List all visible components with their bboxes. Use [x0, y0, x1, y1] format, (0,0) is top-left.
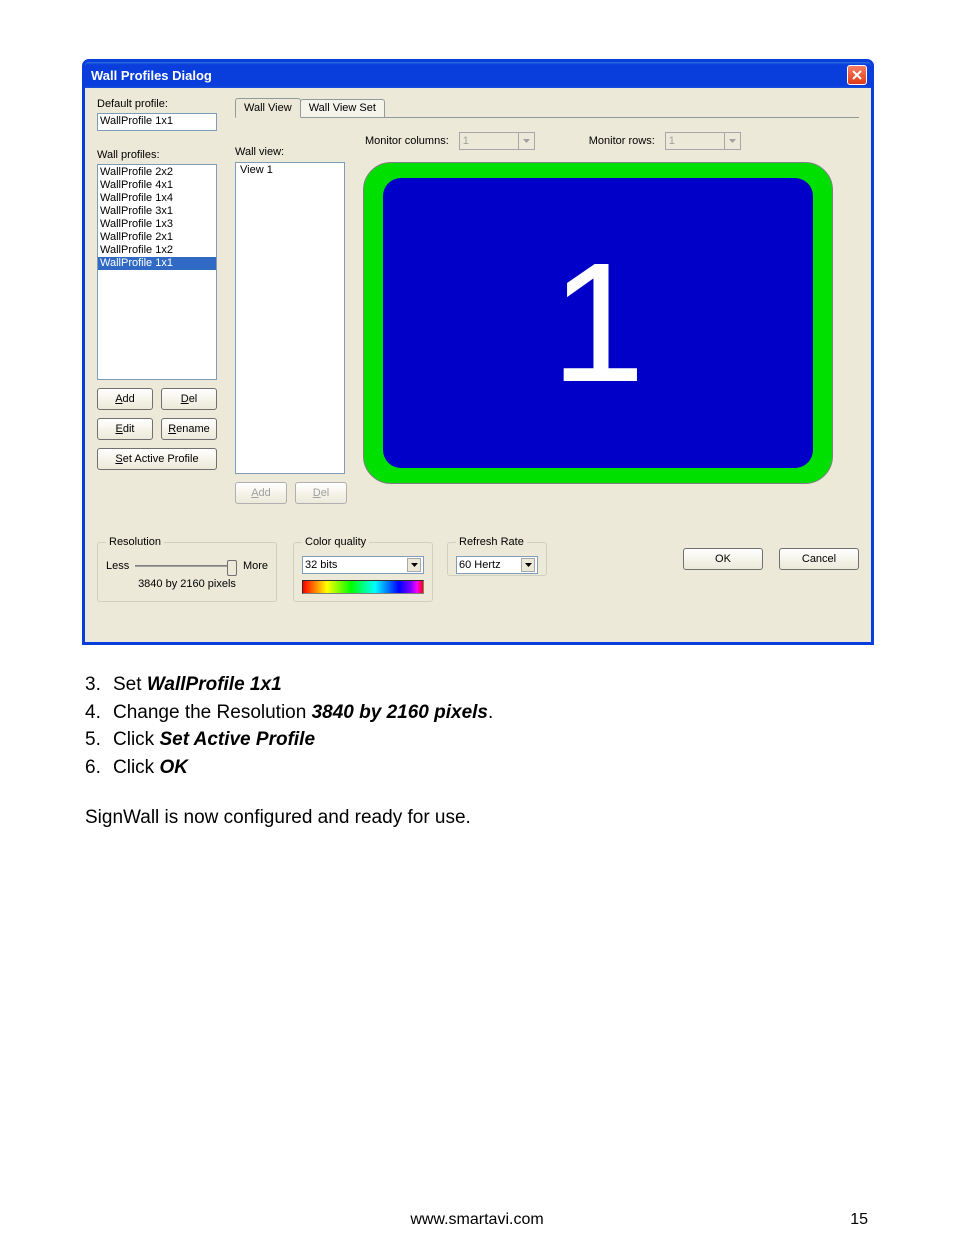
- slider-more-label: More: [243, 560, 268, 572]
- instructions-text: 3.Set WallProfile 1x1 4.Change the Resol…: [85, 672, 885, 830]
- tab-wall-view[interactable]: Wall View: [235, 98, 301, 118]
- monitor-columns-label: Monitor columns:: [365, 135, 449, 147]
- set-active-profile-button[interactable]: Set Active Profile: [97, 448, 217, 470]
- rename-button[interactable]: Rename: [161, 418, 217, 440]
- refresh-rate-select[interactable]: 60 Hertz: [456, 556, 538, 574]
- wall-profiles-dialog: Wall Profiles Dialog Default profile: Wa…: [82, 59, 874, 645]
- monitor-rows-field: [665, 132, 741, 150]
- ok-button[interactable]: OK: [683, 548, 763, 570]
- titlebar: Wall Profiles Dialog: [85, 62, 871, 88]
- monitor-columns-field: [459, 132, 535, 150]
- view-add-button: Add: [235, 482, 287, 504]
- list-item[interactable]: WallProfile 3x1: [98, 205, 216, 218]
- resolution-group: Resolution Less More 3840 by 2160 pixels: [97, 536, 277, 602]
- refresh-rate-value: 60 Hertz: [459, 559, 501, 571]
- list-item[interactable]: WallProfile 2x2: [98, 166, 216, 179]
- monitor-preview-screen: 1: [383, 178, 813, 468]
- resolution-slider[interactable]: [135, 565, 237, 567]
- monitor-columns-input: [459, 132, 519, 150]
- edit-button[interactable]: Edit: [97, 418, 153, 440]
- color-spectrum-bar: [302, 580, 424, 594]
- list-item[interactable]: WallProfile 2x1: [98, 231, 216, 244]
- monitor-rows-label: Monitor rows:: [589, 135, 655, 147]
- footer-url: www.smartavi.com: [410, 1211, 543, 1229]
- tabs: Wall View Wall View Set: [235, 98, 859, 118]
- cancel-button[interactable]: Cancel: [779, 548, 859, 570]
- wall-profiles-list[interactable]: WallProfile 2x2 WallProfile 4x1 WallProf…: [97, 164, 217, 380]
- wall-view-label: Wall view:: [235, 146, 284, 158]
- step-5: 5.Click Set Active Profile: [85, 727, 885, 753]
- resolution-legend: Resolution: [106, 536, 164, 548]
- slider-less-label: Less: [106, 560, 129, 572]
- step-4: 4.Change the Resolution 3840 by 2160 pix…: [85, 700, 885, 726]
- resolution-value: 3840 by 2160 pixels: [106, 578, 268, 590]
- step-6: 6.Click OK: [85, 755, 885, 781]
- close-icon[interactable]: [847, 65, 867, 85]
- wall-view-list[interactable]: View 1: [235, 162, 345, 474]
- chevron-down-icon: [725, 132, 741, 150]
- list-item[interactable]: WallProfile 1x3: [98, 218, 216, 231]
- list-item[interactable]: WallProfile 4x1: [98, 179, 216, 192]
- list-item[interactable]: WallProfile 1x2: [98, 244, 216, 257]
- step-3: 3.Set WallProfile 1x1: [85, 672, 885, 698]
- default-profile-field[interactable]: WallProfile 1x1: [97, 113, 217, 131]
- monitor-number: 1: [551, 238, 646, 408]
- chevron-down-icon[interactable]: [521, 558, 535, 572]
- list-item[interactable]: WallProfile 1x1: [98, 257, 216, 270]
- refresh-rate-legend: Refresh Rate: [456, 536, 527, 548]
- add-button[interactable]: Add: [97, 388, 153, 410]
- dialog-title: Wall Profiles Dialog: [91, 68, 212, 83]
- final-sentence: SignWall is now configured and ready for…: [85, 805, 885, 831]
- default-profile-label: Default profile:: [97, 98, 225, 110]
- monitor-rows-input: [665, 132, 725, 150]
- chevron-down-icon: [519, 132, 535, 150]
- list-item[interactable]: WallProfile 1x4: [98, 192, 216, 205]
- color-quality-group: Color quality 32 bits: [293, 536, 433, 602]
- monitor-preview: 1: [363, 162, 833, 484]
- wall-profiles-label: Wall profiles:: [97, 149, 225, 161]
- tab-wall-view-set[interactable]: Wall View Set: [300, 99, 385, 117]
- view-del-button: Del: [295, 482, 347, 504]
- chevron-down-icon[interactable]: [407, 558, 421, 572]
- color-quality-select[interactable]: 32 bits: [302, 556, 424, 574]
- page-number: 15: [850, 1211, 868, 1229]
- color-quality-value: 32 bits: [305, 559, 337, 571]
- list-item[interactable]: View 1: [238, 164, 342, 176]
- slider-thumb[interactable]: [227, 560, 237, 576]
- refresh-rate-group: Refresh Rate 60 Hertz: [447, 536, 547, 576]
- del-button[interactable]: Del: [161, 388, 217, 410]
- color-quality-legend: Color quality: [302, 536, 369, 548]
